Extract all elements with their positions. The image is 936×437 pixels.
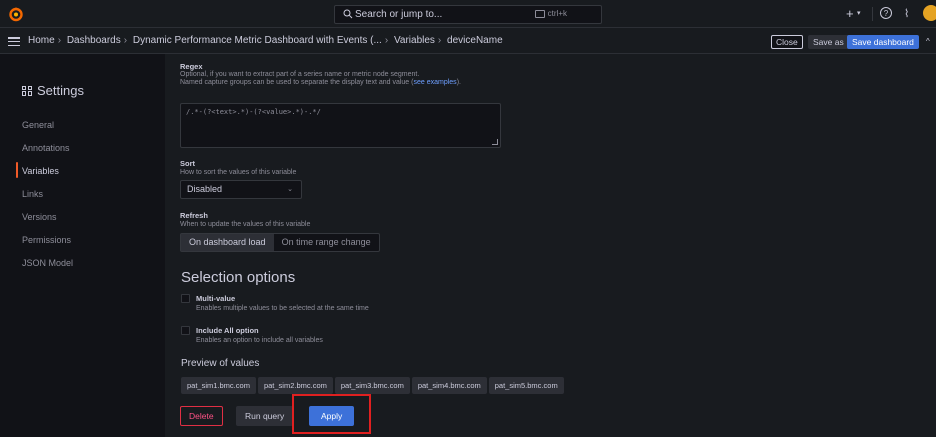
sidebar-item-annotations[interactable]: Annotations [22, 143, 70, 153]
save-as-button[interactable]: Save as [808, 35, 849, 49]
top-bar: Search or jump to... ctrl+k + ▾ ? ⌇ [0, 0, 936, 28]
breadcrumb-home[interactable]: Home [28, 35, 55, 46]
refresh-radio-group: On dashboard load On time range change [180, 233, 380, 252]
delete-button[interactable]: Delete [180, 406, 223, 426]
settings-title-text: Settings [37, 83, 84, 98]
regex-desc-line3: ). [456, 79, 461, 86]
preview-value: pat_sim3.bmc.com [334, 377, 410, 394]
keyboard-icon [534, 9, 545, 18]
sidebar-item-permissions[interactable]: Permissions [22, 235, 71, 245]
close-button[interactable]: Close [771, 35, 803, 49]
include-all-description: Enables an option to include all variabl… [196, 337, 323, 344]
chevron-right-icon: › [57, 35, 62, 46]
chevron-down-icon: ⌄ [287, 186, 293, 193]
preview-values: pat_sim1.bmc.com pat_sim2.bmc.com pat_si… [181, 377, 564, 394]
sidebar-item-variables[interactable]: Variables [22, 166, 59, 176]
search-placeholder: Search or jump to... [355, 9, 443, 20]
breadcrumb-dashboard[interactable]: Dynamic Performance Metric Dashboard wit… [133, 35, 382, 46]
sort-value: Disabled [187, 184, 223, 194]
preview-value: pat_sim2.bmc.com [257, 377, 333, 394]
avatar[interactable] [923, 5, 936, 21]
include-all-label: Include All option [196, 326, 259, 335]
highlight-box [292, 394, 371, 434]
keyboard-shortcut: ctrl+k [534, 9, 567, 18]
chevron-right-icon: › [123, 35, 128, 46]
breadcrumb-dashboards[interactable]: Dashboards [67, 35, 121, 46]
regex-description: Optional, if you want to extract part of… [180, 71, 500, 87]
add-button[interactable]: + [846, 6, 854, 21]
sort-label: Sort [180, 159, 195, 168]
multi-value-label: Multi-value [196, 294, 236, 303]
refresh-label: Refresh [180, 211, 208, 220]
preview-value: pat_sim4.bmc.com [411, 377, 487, 394]
settings-title: Settings [22, 83, 84, 98]
search-input[interactable]: Search or jump to... ctrl+k [334, 5, 602, 24]
see-examples-link[interactable]: see examples [413, 79, 456, 86]
sort-select[interactable]: Disabled ⌄ [180, 180, 302, 199]
regex-desc-line2: Named capture groups can be used to sepa… [180, 79, 414, 86]
search-icon [343, 9, 353, 19]
resize-handle[interactable] [492, 139, 498, 145]
multi-value-description: Enables multiple values to be selected a… [196, 305, 369, 312]
active-indicator [16, 162, 18, 178]
settings-sidebar: Settings General Annotations Variables L… [0, 54, 165, 437]
sidebar-item-json-model[interactable]: JSON Model [22, 258, 73, 268]
sidebar-item-versions[interactable]: Versions [22, 212, 57, 222]
variable-editor: Regex Optional, if you want to extract p… [165, 54, 936, 437]
sort-description: How to sort the values of this variable [180, 169, 297, 176]
divider [872, 7, 873, 21]
include-all-checkbox[interactable] [181, 326, 190, 335]
multi-value-checkbox[interactable] [181, 294, 190, 303]
run-query-button[interactable]: Run query [236, 406, 294, 426]
preview-value: pat_sim5.bmc.com [488, 377, 564, 394]
regex-input[interactable]: /.*-(?<text>.*)-(?<value>.*)-.*/ [180, 103, 501, 148]
breadcrumb-current: deviceName [447, 35, 503, 46]
chevron-right-icon: › [437, 35, 442, 46]
breadcrumb-variables[interactable]: Variables [394, 35, 435, 46]
preview-value: pat_sim1.bmc.com [181, 377, 256, 394]
sidebar-item-general[interactable]: General [22, 120, 54, 130]
menu-icon[interactable] [8, 37, 20, 46]
grid-icon [22, 85, 32, 96]
shortcut-label: ctrl+k [547, 9, 567, 18]
help-icon[interactable]: ? [880, 7, 892, 19]
grafana-logo-icon[interactable] [8, 6, 24, 22]
save-dashboard-button[interactable]: Save dashboard [847, 35, 919, 49]
regex-desc-line1: Optional, if you want to extract part of… [180, 71, 420, 78]
breadcrumb: Home › Dashboards › Dynamic Performance Me… [28, 35, 503, 46]
refresh-on-time-range-change[interactable]: On time range change [274, 234, 379, 251]
breadcrumb-bar: Home › Dashboards › Dynamic Performance Me… [0, 28, 936, 54]
preview-title: Preview of values [181, 358, 260, 369]
sidebar-item-links[interactable]: Links [22, 189, 43, 199]
regex-label: Regex [180, 62, 203, 71]
chevron-up-icon[interactable]: ^ [926, 37, 930, 46]
refresh-on-dashboard-load[interactable]: On dashboard load [181, 234, 274, 251]
refresh-description: When to update the values of this variab… [180, 221, 311, 228]
selection-options-title: Selection options [181, 269, 296, 286]
regex-value: /.*-(?<text>.*)-(?<value>.*)-.*/ [186, 108, 321, 116]
news-feed-icon[interactable]: ⌇ [904, 7, 909, 20]
chevron-down-icon[interactable]: ▾ [857, 9, 861, 17]
chevron-right-icon: › [384, 35, 389, 46]
